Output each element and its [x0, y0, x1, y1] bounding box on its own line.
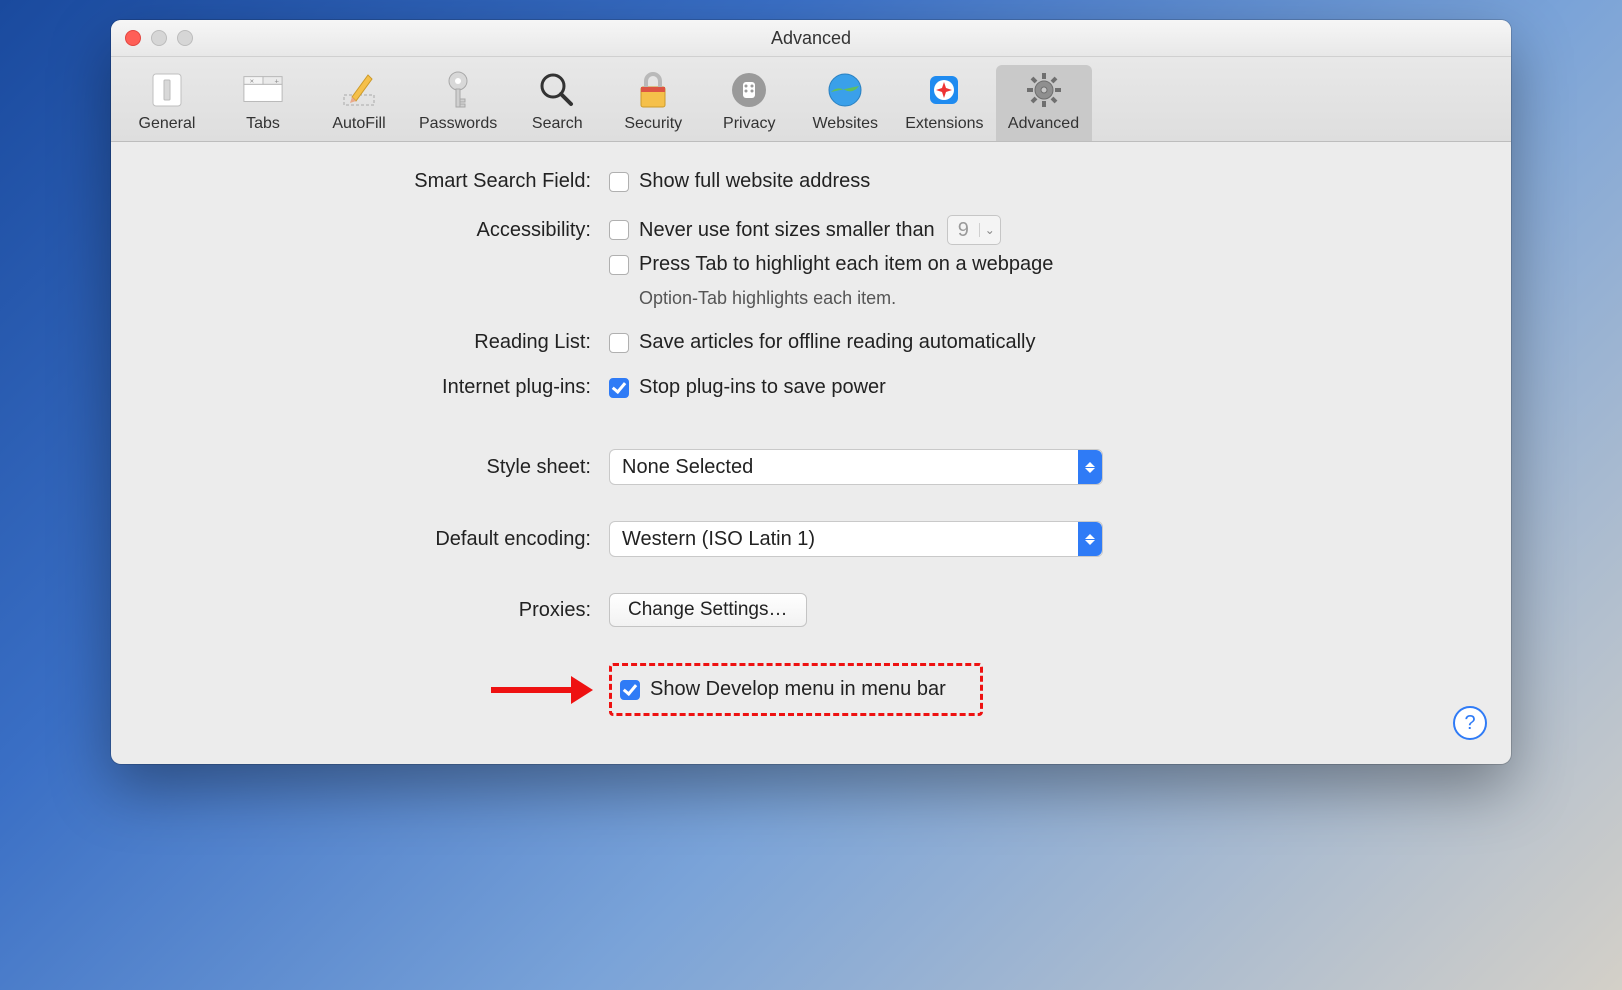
tab-privacy[interactable]: Privacy — [701, 65, 797, 141]
label-plugins: Internet plug-ins: — [151, 376, 609, 399]
tab-label: AutoFill — [332, 115, 385, 133]
titlebar: Advanced — [111, 20, 1511, 57]
select-style-sheet[interactable]: None Selected — [609, 449, 1103, 485]
tab-advanced[interactable]: Advanced — [996, 65, 1092, 141]
tab-label: Tabs — [246, 115, 280, 133]
checkbox-label: Show full website address — [639, 170, 870, 193]
tab-autofill[interactable]: AutoFill — [311, 65, 407, 141]
tab-label: General — [139, 115, 196, 133]
min-font-value: 9 — [948, 219, 979, 242]
select-stepper-icon — [1078, 522, 1102, 556]
checkbox-label: Never use font sizes smaller than — [639, 219, 935, 242]
tab-label: Passwords — [419, 115, 497, 133]
svg-text:+: + — [274, 76, 279, 85]
tab-extensions[interactable]: Extensions — [893, 65, 995, 141]
select-value: Western (ISO Latin 1) — [622, 528, 815, 551]
minimize-window-button[interactable] — [151, 30, 167, 46]
checkbox-label: Show Develop menu in menu bar — [650, 678, 946, 701]
tab-label: Search — [532, 115, 583, 133]
general-icon — [146, 69, 188, 111]
label-smart-search: Smart Search Field: — [151, 170, 609, 193]
annotation-highlight: Show Develop menu in menu bar — [609, 663, 983, 716]
checkbox-label: Save articles for offline reading automa… — [639, 331, 1036, 354]
button-label: Change Settings… — [628, 599, 788, 621]
close-window-button[interactable] — [125, 30, 141, 46]
tab-label: Extensions — [905, 115, 983, 133]
advanced-pane: Smart Search Field: Show full website ad… — [111, 142, 1511, 764]
hint-option-tab: Option-Tab highlights each item. — [639, 288, 896, 309]
zoom-window-button[interactable] — [177, 30, 193, 46]
button-change-settings[interactable]: Change Settings… — [609, 593, 807, 627]
help-button[interactable]: ? — [1453, 706, 1487, 740]
lock-icon — [632, 69, 674, 111]
checkbox-show-develop-menu[interactable] — [620, 680, 640, 700]
tab-label: Websites — [812, 115, 878, 133]
tab-search[interactable]: Search — [509, 65, 605, 141]
checkbox-show-full-url[interactable] — [609, 172, 629, 192]
tab-tabs[interactable]: × + Tabs — [215, 65, 311, 141]
checkbox-label: Stop plug-ins to save power — [639, 376, 886, 399]
tab-websites[interactable]: Websites — [797, 65, 893, 141]
preferences-toolbar: General × + Tabs — [111, 57, 1511, 142]
min-font-stepper[interactable]: 9 ⌄ — [947, 215, 1001, 245]
tab-general[interactable]: General — [119, 65, 215, 141]
checkbox-save-offline[interactable] — [609, 333, 629, 353]
checkbox-press-tab[interactable] — [609, 255, 629, 275]
label-reading-list: Reading List: — [151, 331, 609, 354]
help-glyph: ? — [1464, 712, 1475, 735]
extensions-icon — [923, 69, 965, 111]
label-style-sheet: Style sheet: — [151, 456, 609, 479]
tab-label: Security — [624, 115, 682, 133]
label-default-encoding: Default encoding: — [151, 528, 609, 551]
tab-label: Privacy — [723, 115, 775, 133]
label-proxies: Proxies: — [151, 599, 609, 622]
tab-security[interactable]: Security — [605, 65, 701, 141]
select-default-encoding[interactable]: Western (ISO Latin 1) — [609, 521, 1103, 557]
annotation-arrow — [491, 676, 593, 704]
globe-icon — [824, 69, 866, 111]
label-accessibility: Accessibility: — [151, 219, 609, 242]
window-title: Advanced — [111, 28, 1511, 49]
chevron-down-icon: ⌄ — [979, 223, 1000, 237]
search-icon — [536, 69, 578, 111]
privacy-icon — [728, 69, 770, 111]
autofill-icon — [338, 69, 380, 111]
key-icon — [437, 69, 479, 111]
tabs-icon: × + — [242, 69, 284, 111]
svg-text:×: × — [250, 76, 254, 85]
gear-icon — [1023, 69, 1065, 111]
preferences-window: Advanced General × + — [111, 20, 1511, 764]
traffic-lights — [111, 30, 193, 46]
checkbox-min-font-size[interactable] — [609, 220, 629, 240]
tab-passwords[interactable]: Passwords — [407, 65, 509, 141]
checkbox-label: Press Tab to highlight each item on a we… — [639, 253, 1053, 276]
tab-label: Advanced — [1008, 115, 1079, 133]
checkbox-stop-plugins[interactable] — [609, 378, 629, 398]
select-value: None Selected — [622, 456, 753, 479]
select-stepper-icon — [1078, 450, 1102, 484]
